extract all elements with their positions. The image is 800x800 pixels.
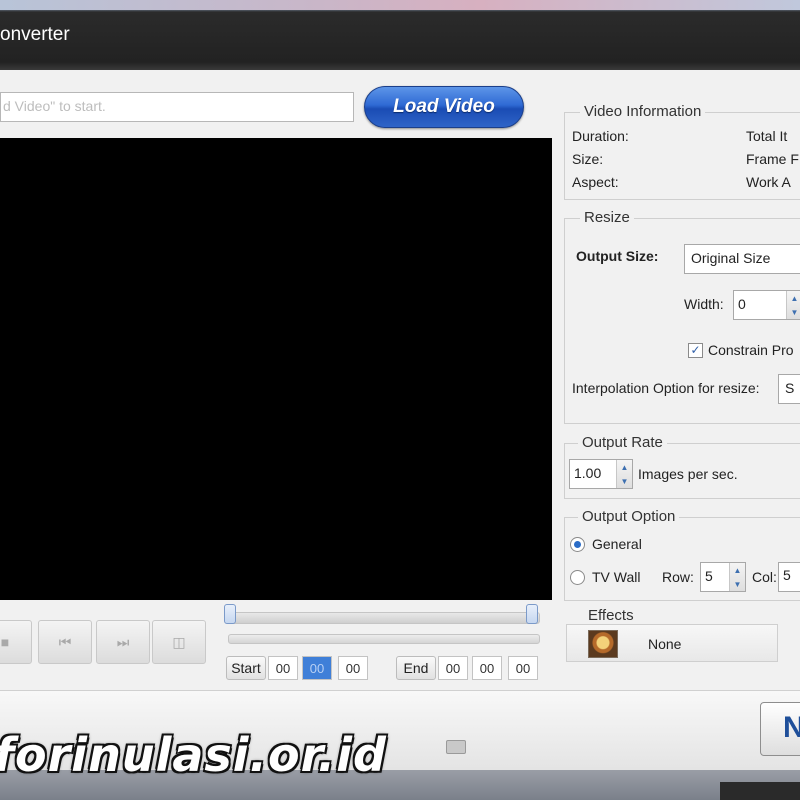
load-video-button[interactable]: Load Video [364, 86, 524, 128]
output-option-group [564, 517, 800, 601]
col-label: Col: [752, 569, 777, 585]
snapshot-button[interactable]: ◫ [152, 620, 206, 664]
start-handle[interactable] [224, 604, 236, 624]
down-arrow-icon[interactable]: ▼ [730, 577, 745, 591]
total-label: Total It [746, 128, 788, 144]
down-arrow-icon[interactable]: ▼ [617, 474, 632, 488]
video-path-input[interactable]: d Video" to start. [0, 92, 354, 122]
folder-icon[interactable] [446, 740, 466, 754]
output-rate-stepper[interactable]: 1.00 ▲ ▼ [569, 459, 633, 489]
tv-wall-radio[interactable] [570, 570, 585, 585]
end-hours-field[interactable]: 00 [438, 656, 468, 680]
snapshot-icon: ◫ [172, 633, 186, 650]
rate-spin-arrows[interactable]: ▲ ▼ [616, 460, 632, 488]
next-icon: ⏭ [116, 633, 130, 650]
start-seconds-field[interactable]: 00 [338, 656, 368, 680]
end-seconds-field[interactable]: 00 [508, 656, 538, 680]
output-rate-legend: Output Rate [578, 434, 667, 451]
end-minutes-field[interactable]: 00 [472, 656, 502, 680]
end-handle[interactable] [526, 604, 538, 624]
duration-label: Duration: [572, 128, 629, 144]
images-per-sec-label: Images per sec. [638, 466, 738, 482]
effects-value: None [648, 636, 682, 652]
constrain-checkbox[interactable]: ✓ [688, 343, 703, 358]
output-option-legend: Output Option [578, 508, 680, 525]
watermark: forinulasi.or.id [0, 728, 387, 782]
range-slider[interactable] [228, 634, 540, 644]
frame-label: Frame F [746, 151, 799, 167]
row-spin-arrows[interactable]: ▲ ▼ [729, 563, 745, 591]
width-spin-arrows[interactable]: ▲ ▼ [786, 291, 800, 319]
up-arrow-icon[interactable]: ▲ [730, 563, 745, 577]
constrain-label: Constrain Pro [708, 342, 794, 358]
window-title: onverter [0, 24, 70, 45]
interpolation-select[interactable]: S [778, 374, 800, 404]
general-label: General [592, 536, 642, 552]
up-arrow-icon[interactable]: ▲ [617, 460, 632, 474]
start-hours-field[interactable]: 00 [268, 656, 298, 680]
effects-legend: Effects [584, 607, 638, 624]
desktop-strip [0, 0, 800, 10]
width-label: Width: [684, 296, 724, 312]
seek-slider[interactable] [228, 612, 540, 624]
next-frame-button[interactable]: ⏭ [96, 620, 150, 664]
work-label: Work A [746, 174, 791, 190]
row-label: Row: [662, 569, 694, 585]
output-rate-value: 1.00 [574, 465, 602, 481]
tv-wall-label: TV Wall [592, 569, 641, 585]
row-value: 5 [705, 568, 713, 584]
taskbar-corner [720, 782, 800, 800]
previous-button[interactable]: ⏮ [38, 620, 92, 664]
title-bar: onverter [0, 0, 800, 70]
output-size-label: Output Size: [576, 248, 659, 264]
effect-thumbnail-icon [588, 630, 618, 658]
row-stepper[interactable]: 5 ▲ ▼ [700, 562, 746, 592]
start-minutes-field[interactable]: 00 [302, 656, 332, 680]
video-info-legend: Video Information [580, 103, 706, 120]
video-preview [0, 138, 552, 600]
stop-icon: ■ [0, 634, 10, 650]
end-button[interactable]: End [396, 656, 436, 680]
interpolation-label: Interpolation Option for resize: [572, 380, 760, 396]
up-arrow-icon[interactable]: ▲ [787, 291, 800, 305]
previous-icon: ⏮ [58, 633, 72, 650]
col-stepper[interactable]: 5 [778, 562, 800, 592]
down-arrow-icon[interactable]: ▼ [787, 305, 800, 319]
size-label: Size: [572, 151, 604, 167]
start-button[interactable]: Start [226, 656, 266, 680]
width-stepper[interactable]: 0 ▲ ▼ [733, 290, 800, 320]
stop-button[interactable]: ■ [0, 620, 32, 664]
resize-legend: Resize [580, 209, 634, 226]
next-button[interactable]: N [760, 702, 800, 756]
width-value: 0 [738, 296, 746, 312]
general-radio[interactable] [570, 537, 585, 552]
output-size-select[interactable]: Original Size [684, 244, 800, 274]
aspect-label: Aspect: [572, 174, 619, 190]
